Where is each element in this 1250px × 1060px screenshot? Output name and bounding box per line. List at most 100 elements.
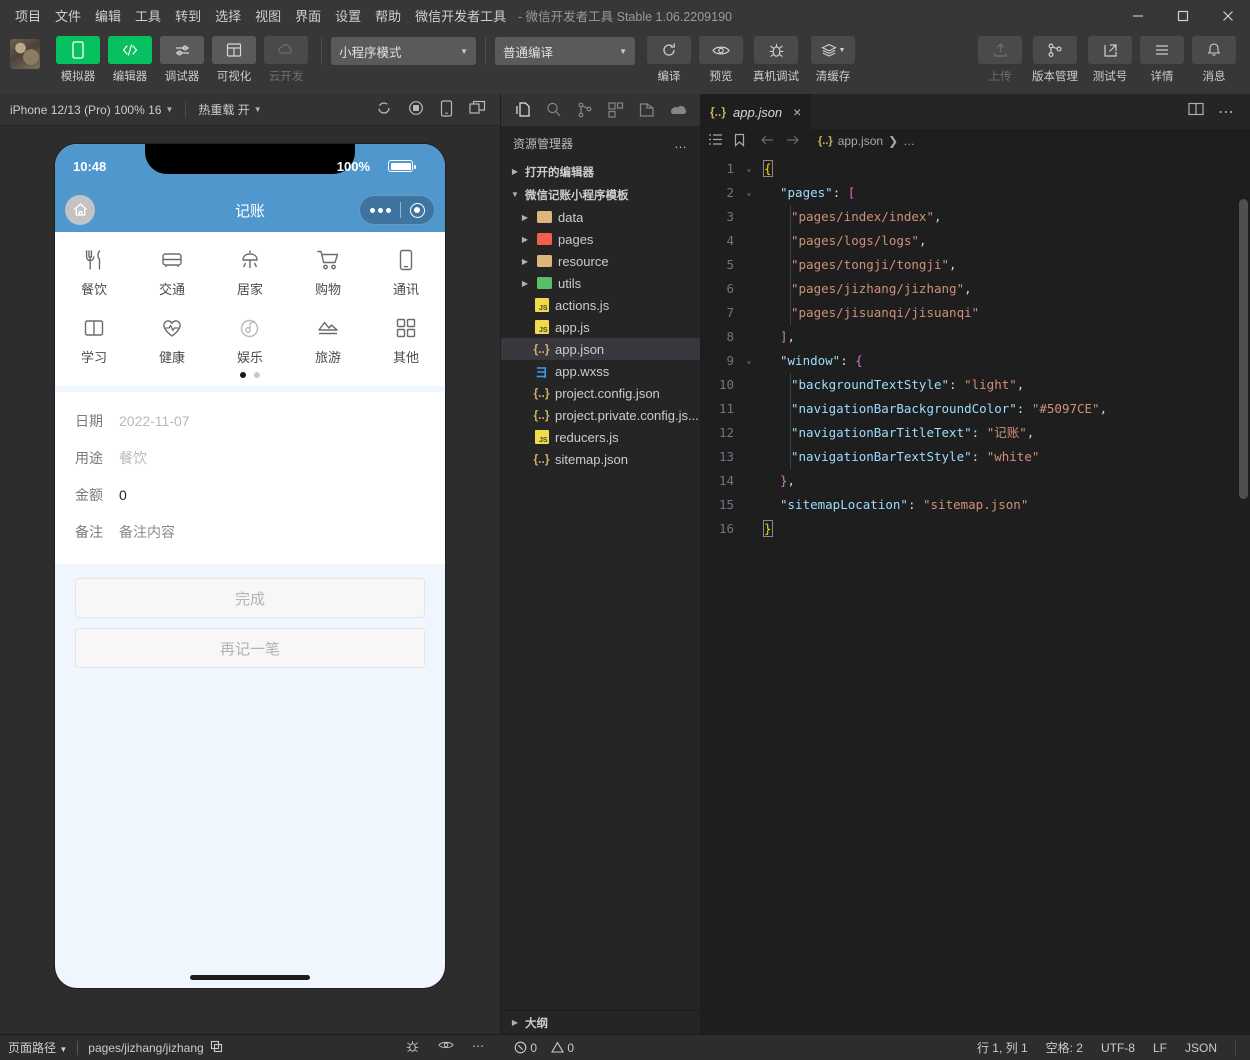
category-item-lvyou[interactable]: 旅游 [289,316,367,366]
warning-count[interactable]: 0 [551,1041,574,1055]
menu-item-interface[interactable]: 界面 [288,2,328,29]
category-item-jiaotong[interactable]: 交通 [133,248,211,298]
cursor-position[interactable]: 行 1, 列 1 [977,1039,1028,1056]
home-button[interactable] [65,195,95,225]
clear-cache-button[interactable]: ▼ 清缓存 [807,36,859,84]
fold-chevron-down-icon[interactable]: ⌄ [740,349,758,373]
details-button[interactable]: 详情 [1138,36,1186,84]
tab-close-button[interactable]: × [793,104,801,120]
menu-item-file[interactable]: 文件 [48,2,88,29]
forward-button[interactable] [785,134,800,149]
copy-path-button[interactable] [210,1040,223,1056]
search-button[interactable] [541,97,567,123]
user-avatar[interactable] [10,39,40,69]
close-circle-icon[interactable] [409,202,425,218]
menu-item-devtools[interactable]: 微信开发者工具 [408,2,513,29]
hot-reload-select[interactable]: 热重载 开 ▼ [198,101,273,118]
outline-toggle-button[interactable] [708,133,723,149]
page-path-select[interactable]: 页面路径 ▼ [8,1039,67,1056]
form-row-note[interactable]: 备注 备注内容 [75,513,425,550]
category-item-canyin[interactable]: 餐饮 [55,248,133,298]
breadcrumb-rest[interactable]: … [903,134,915,148]
breadcrumb-path[interactable]: {..} app.json ❯ … [818,134,915,148]
tree-row-resource[interactable]: ▶ resource [501,250,700,272]
tree-row-data[interactable]: ▶ data [501,206,700,228]
tree-row-app-wxss[interactable]: ヨ app.wxss [501,360,700,382]
visualizer-toggle[interactable]: 可视化 [210,36,258,84]
upload-button[interactable]: 上传 [976,36,1024,84]
category-item-yule[interactable]: 娱乐 [211,316,289,366]
breadcrumb-file[interactable]: app.json [838,134,883,148]
category-item-qita[interactable]: 其他 [367,316,445,366]
tree-row-pages[interactable]: ▶ pages [501,228,700,250]
tree-row-utils[interactable]: ▶ utils [501,272,700,294]
category-item-jujia[interactable]: 居家 [211,248,289,298]
status-preview-button[interactable] [438,1039,454,1057]
submit-button[interactable]: 完成 [75,578,425,618]
section-project-root[interactable]: ▼ 微信记账小程序模板 [501,183,700,206]
menu-item-tools[interactable]: 工具 [128,2,168,29]
tree-row-project-config[interactable]: {..} project.config.json [501,382,700,404]
language-mode[interactable]: JSON [1185,1041,1217,1055]
back-button[interactable] [760,134,775,149]
add-another-button[interactable]: 再记一笔 [75,628,425,668]
pager-dot-1[interactable] [240,372,246,378]
status-more-button[interactable]: ⋯ [472,1039,486,1057]
encoding-setting[interactable]: UTF-8 [1101,1041,1135,1055]
preview-button[interactable]: 预览 [697,36,745,84]
tree-row-project-private-config[interactable]: {..} project.private.config.js... [501,404,700,426]
editor-toggle[interactable]: 编辑器 [106,36,154,84]
outline-section[interactable]: ▶ 大纲 [501,1010,700,1034]
multi-window-button[interactable] [469,100,486,120]
form-row-amount[interactable]: 金额 0 [75,476,425,513]
real-device-debug-button[interactable]: 真机调试 [749,36,803,84]
pager-dot-2[interactable] [254,372,260,378]
form-row-purpose[interactable]: 用途 餐饮 [75,439,425,476]
record-button[interactable] [408,100,424,120]
mode-select[interactable]: 小程序模式 ▼ [331,37,476,65]
menu-item-help[interactable]: 帮助 [368,2,408,29]
explorer-more-button[interactable]: … [674,136,688,151]
section-open-editors[interactable]: ▶ 打开的编辑器 [501,160,700,183]
bookmark-button[interactable] [733,133,746,150]
test-account-button[interactable]: 测试号 [1086,36,1134,84]
menu-item-edit[interactable]: 编辑 [88,2,128,29]
editor-scrollbar[interactable] [1239,199,1248,499]
compile-button[interactable]: 编译 [645,36,693,84]
wechat-cloud-button[interactable] [665,97,691,123]
version-control-button[interactable]: 版本管理 [1028,36,1082,84]
menu-item-settings[interactable]: 设置 [328,2,368,29]
menu-item-project[interactable]: 项目 [8,2,48,29]
split-editor-button[interactable] [1188,102,1204,121]
menu-item-view[interactable]: 视图 [248,2,288,29]
category-item-gouwu[interactable]: 购物 [289,248,367,298]
tree-row-reducers-js[interactable]: JS reducers.js [501,426,700,448]
indent-setting[interactable]: 空格: 2 [1046,1039,1083,1056]
menu-item-select[interactable]: 选择 [208,2,248,29]
source-control-button[interactable] [572,97,598,123]
eol-setting[interactable]: LF [1153,1041,1167,1055]
code-editor[interactable]: 1 ⌄ {2 ⌄ "pages": [3 "pages/index/index", 4 "pa… [700,153,1250,1034]
minimize-button[interactable] [1115,0,1160,31]
rotate-device-button[interactable] [440,99,453,120]
messages-button[interactable]: 消息 [1190,36,1238,84]
fold-chevron-down-icon[interactable]: ⌄ [740,181,758,205]
device-select[interactable]: iPhone 12/13 (Pro) 100% 16 ▼ [10,103,185,117]
category-item-xuexi[interactable]: 学习 [55,316,133,366]
simulator-toggle[interactable]: 模拟器 [54,36,102,84]
files-button[interactable] [510,97,536,123]
status-problems[interactable]: 0 0 [500,1041,574,1055]
category-item-tongxun[interactable]: 通讯 [367,248,445,298]
refresh-simulator-button[interactable] [376,100,392,120]
category-pager[interactable] [55,372,445,378]
fold-chevron-down-icon[interactable]: ⌄ [740,157,758,181]
capsule-menu[interactable] [359,195,435,225]
tree-row-app-js[interactable]: JS app.js [501,316,700,338]
debug-button[interactable] [634,97,660,123]
status-debug-button[interactable] [405,1039,420,1057]
more-actions-button[interactable]: ⋯ [1218,102,1236,122]
tree-row-actions-js[interactable]: JS actions.js [501,294,700,316]
maximize-button[interactable] [1160,0,1205,31]
extensions-button[interactable] [603,97,629,123]
tab-app-json[interactable]: {..} app.json × [700,94,813,129]
